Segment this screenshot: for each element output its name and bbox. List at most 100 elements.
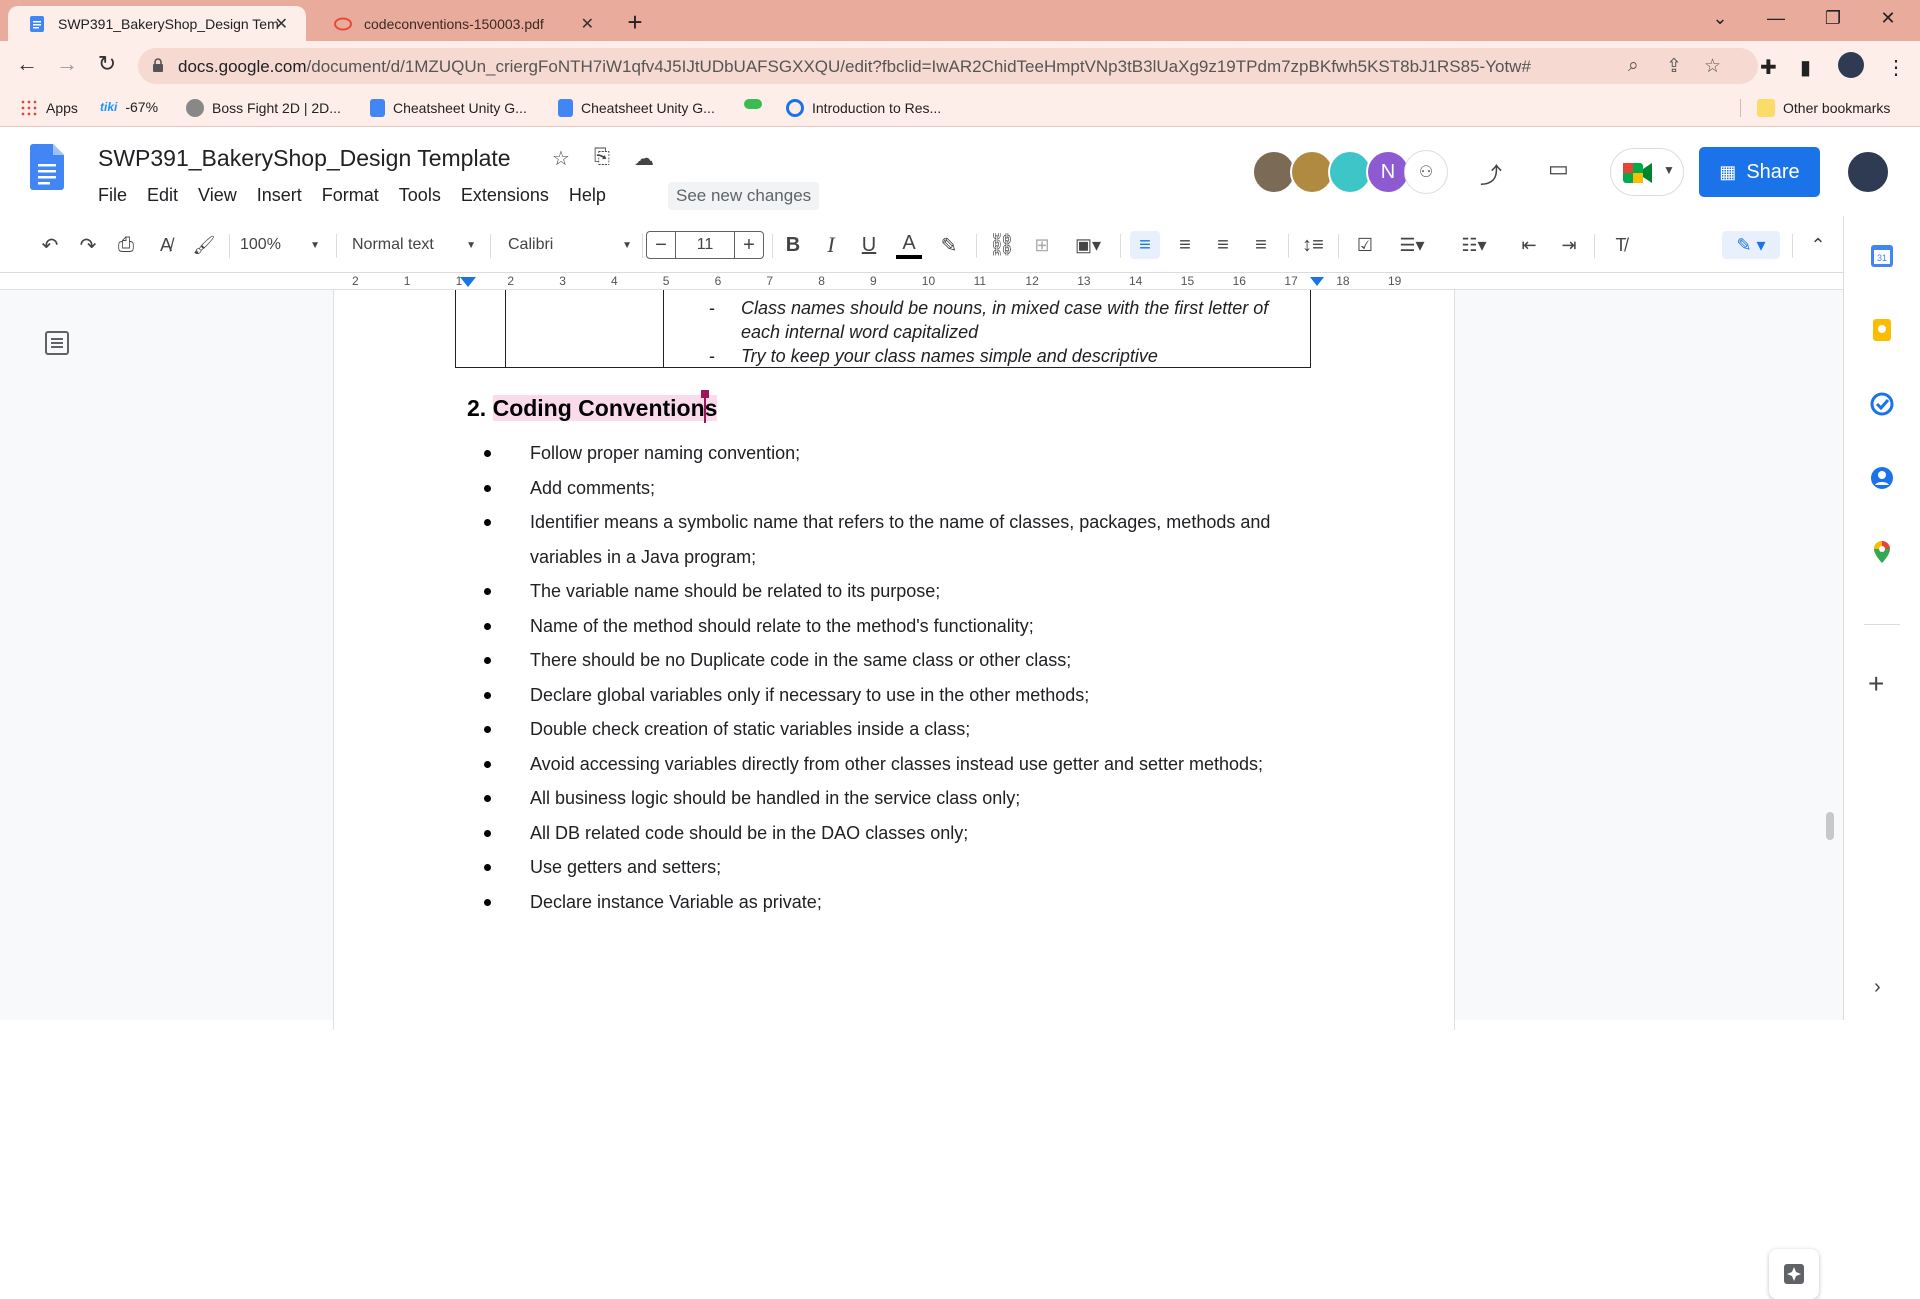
bossfight-icon bbox=[186, 99, 204, 117]
increase-font-size-button[interactable]: + bbox=[734, 231, 764, 259]
left-indent-marker-icon[interactable] bbox=[460, 277, 476, 287]
extensions-icon[interactable]: ✚ bbox=[1760, 55, 1777, 80]
highlight-color-icon[interactable]: ✎ bbox=[936, 231, 962, 259]
bookmark-bossfight[interactable]: Boss Fight 2D | 2D... bbox=[186, 99, 341, 117]
italic-button[interactable]: I bbox=[818, 231, 844, 259]
bookmark-other[interactable]: Other bookmarks bbox=[1740, 99, 1890, 117]
new-tab-button[interactable]: + bbox=[620, 7, 650, 38]
align-right-icon[interactable]: ≡ bbox=[1208, 231, 1238, 259]
cloud-status-icon[interactable]: ☁ bbox=[634, 146, 654, 171]
ruler-tick-label: 11 bbox=[973, 274, 987, 288]
tab-search-icon[interactable]: ⌄ bbox=[1700, 8, 1740, 29]
zoom-select[interactable]: 100% ▼ bbox=[240, 231, 320, 259]
redo-icon[interactable]: ↷ bbox=[74, 231, 102, 259]
menu-edit[interactable]: Edit bbox=[147, 185, 178, 206]
side-panel-icon[interactable]: ▮ bbox=[1800, 55, 1811, 80]
google-tasks-icon[interactable] bbox=[1870, 392, 1894, 416]
bold-button[interactable]: B bbox=[780, 231, 806, 259]
document-title[interactable]: SWP391_BakeryShop_Design Template bbox=[98, 145, 511, 172]
menu-view[interactable]: View bbox=[198, 185, 237, 206]
reload-icon[interactable]: ↻ bbox=[92, 51, 122, 77]
underline-button[interactable]: U bbox=[856, 231, 882, 259]
paint-format-icon[interactable]: 🖌︎ bbox=[190, 231, 218, 259]
close-tab-icon[interactable]: ✕ bbox=[581, 14, 594, 34]
menu-file[interactable]: File bbox=[98, 185, 127, 206]
insert-image-icon[interactable]: ▣▾ bbox=[1066, 231, 1110, 259]
back-icon[interactable]: ← bbox=[12, 51, 42, 77]
ruler-tick-label: 3 bbox=[559, 274, 566, 288]
spellcheck-icon[interactable]: A̸ bbox=[152, 231, 180, 259]
zoom-icon[interactable]: ⌕ bbox=[1628, 55, 1639, 77]
google-docs-logo-icon[interactable] bbox=[30, 144, 64, 190]
editing-mode-button[interactable]: ✎ ▾ bbox=[1722, 231, 1780, 259]
meet-button[interactable]: ▼ bbox=[1610, 148, 1684, 196]
bookmark-introduction[interactable]: Introduction to Res... bbox=[786, 99, 941, 117]
numbered-list-icon[interactable]: ☷▾ bbox=[1452, 231, 1496, 259]
share-page-icon[interactable]: ⇪ bbox=[1666, 55, 1682, 78]
pdf-icon bbox=[334, 17, 352, 30]
right-indent-marker-icon[interactable] bbox=[1310, 277, 1324, 286]
bookmark-extension[interactable] bbox=[744, 99, 770, 109]
comments-icon[interactable]: ▭ bbox=[1548, 156, 1569, 182]
google-keep-icon[interactable] bbox=[1870, 318, 1894, 342]
menu-extensions[interactable]: Extensions bbox=[461, 185, 549, 206]
google-maps-icon[interactable] bbox=[1870, 540, 1894, 564]
restore-icon[interactable]: ❐ bbox=[1813, 8, 1853, 29]
tab-docs[interactable]: SWP391_BakeryShop_Design Template ✕ bbox=[8, 6, 306, 41]
paragraph-style-select[interactable]: Normal text ▼ bbox=[352, 231, 476, 259]
justify-icon[interactable]: ≡ bbox=[1246, 231, 1276, 259]
address-bar[interactable]: docs.google.com/document/d/1MZUQUn_crier… bbox=[138, 48, 1758, 84]
document-page[interactable]: - Class names should be nouns, in mixed … bbox=[333, 290, 1455, 1030]
bookmark-tiki[interactable]: tiki -67% bbox=[100, 99, 158, 115]
ruler-scale[interactable]: 2 1 1 2 3 4 5 6 7 8 9 10 11 12 13 14 15 16 17 18 19 bbox=[332, 273, 1452, 289]
print-icon[interactable]: ⎙ bbox=[112, 231, 140, 259]
add-ons-plus-icon[interactable]: + bbox=[1868, 668, 1884, 700]
menu-insert[interactable]: Insert bbox=[257, 185, 302, 206]
view-all-users-icon[interactable]: ⚇ bbox=[1404, 150, 1448, 194]
document-outline-icon[interactable] bbox=[44, 330, 70, 356]
close-window-icon[interactable]: ✕ bbox=[1868, 8, 1908, 29]
line-spacing-icon[interactable]: ↕≡ bbox=[1298, 231, 1328, 259]
minimize-icon[interactable]: — bbox=[1756, 8, 1796, 29]
show-side-panel-chevron-icon[interactable]: › bbox=[1874, 976, 1881, 999]
vertical-scrollbar[interactable] bbox=[1826, 812, 1834, 840]
decrease-font-size-button[interactable]: − bbox=[646, 231, 676, 259]
undo-icon[interactable]: ↶ bbox=[36, 231, 64, 259]
checklist-icon[interactable]: ☑ bbox=[1350, 231, 1380, 259]
move-folder-icon[interactable]: ⎘ bbox=[594, 146, 610, 169]
see-new-changes-button[interactable]: See new changes bbox=[668, 182, 820, 210]
naming-convention-table: - Class names should be nouns, in mixed … bbox=[455, 290, 1311, 368]
profile-avatar[interactable] bbox=[1838, 52, 1864, 78]
account-avatar[interactable] bbox=[1846, 150, 1890, 194]
menu-tools[interactable]: Tools bbox=[399, 185, 441, 206]
bookmark-cheatsheet-2[interactable]: Cheatsheet Unity G... bbox=[558, 99, 715, 117]
star-icon[interactable]: ☆ bbox=[552, 146, 570, 171]
hide-menus-icon[interactable]: ⌃ bbox=[1804, 231, 1832, 259]
decrease-indent-icon[interactable]: ⇤ bbox=[1514, 231, 1544, 259]
google-calendar-icon[interactable]: 31 bbox=[1870, 244, 1894, 268]
menu-help[interactable]: Help bbox=[569, 185, 606, 206]
browser-menu-icon[interactable]: ⋮ bbox=[1886, 55, 1906, 80]
google-contacts-icon[interactable] bbox=[1870, 466, 1894, 490]
bookmark-star-icon[interactable]: ☆ bbox=[1704, 55, 1721, 78]
activity-trend-icon[interactable]: ⤴ bbox=[1480, 158, 1502, 190]
insert-link-icon[interactable]: ⛓ bbox=[988, 231, 1016, 259]
add-comment-icon[interactable]: ⊞ bbox=[1028, 231, 1056, 259]
share-button[interactable]: ▦ Share bbox=[1699, 147, 1820, 197]
tab-pdf[interactable]: codeconventions-150003.pdf ✕ bbox=[314, 6, 612, 41]
explore-button[interactable] bbox=[1769, 1249, 1819, 1299]
bookmark-cheatsheet-1[interactable]: Cheatsheet Unity G... bbox=[370, 99, 527, 117]
bulleted-list-icon[interactable]: ☰▾ bbox=[1390, 231, 1434, 259]
text-color-button[interactable]: A bbox=[896, 231, 922, 259]
align-center-icon[interactable]: ≡ bbox=[1170, 231, 1200, 259]
increase-indent-icon[interactable]: ⇥ bbox=[1554, 231, 1584, 259]
align-left-icon[interactable]: ≡ bbox=[1130, 231, 1160, 259]
font-size-input[interactable]: 11 bbox=[675, 231, 735, 259]
menu-format[interactable]: Format bbox=[322, 185, 379, 206]
ruler-tick-label: 7 bbox=[766, 274, 774, 288]
forward-icon[interactable]: → bbox=[52, 51, 82, 77]
bookmark-apps[interactable]: Apps bbox=[20, 99, 78, 117]
clear-formatting-icon[interactable]: T̸ bbox=[1606, 231, 1636, 259]
close-tab-icon[interactable]: ✕ bbox=[275, 14, 288, 34]
font-select[interactable]: Calibri ▼ bbox=[508, 231, 632, 259]
